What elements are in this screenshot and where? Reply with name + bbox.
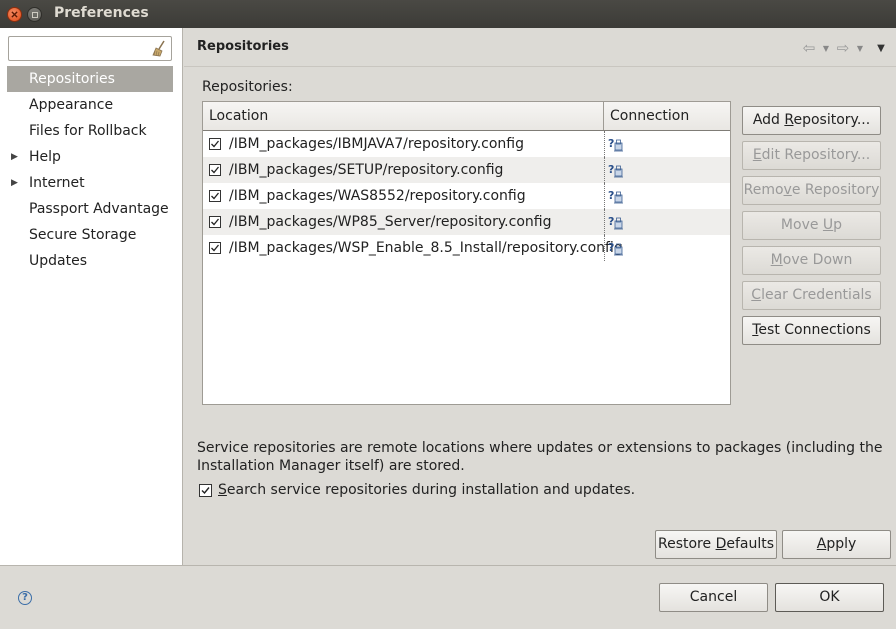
nav-item-label: Help <box>29 149 61 165</box>
unknown-connection-icon: ? <box>608 214 624 230</box>
page-header: Repositories ⇦ ▼ ⇨ ▼ ▼ <box>184 28 896 66</box>
repository-location: /IBM_packages/WP85_Server/repository.con… <box>229 214 552 230</box>
repositories-table: Location Connection /IBM_packages/IBMJAV… <box>202 101 731 405</box>
view-menu-icon[interactable]: ▼ <box>872 43 890 54</box>
nav-item-label: Files for Rollback <box>29 123 147 139</box>
nav-item-internet[interactable]: ▶ Internet <box>7 170 173 196</box>
clear-credentials-button[interactable]: Clear Credentials <box>742 281 881 310</box>
close-icon <box>11 11 18 18</box>
repository-location: /IBM_packages/IBMJAVA7/repository.config <box>229 136 524 152</box>
column-separator <box>604 209 605 235</box>
filter-field[interactable] <box>8 36 172 61</box>
table-row[interactable]: /IBM_packages/WSP_Enable_8.5_Install/rep… <box>203 235 730 261</box>
page-title: Repositories <box>197 39 289 54</box>
filter-input[interactable] <box>11 39 151 58</box>
table-row[interactable]: /IBM_packages/IBMJAVA7/repository.config… <box>203 131 730 157</box>
column-separator <box>604 157 605 183</box>
expand-arrow-icon[interactable]: ▶ <box>11 144 18 170</box>
repository-location: /IBM_packages/WSP_Enable_8.5_Install/rep… <box>229 240 623 256</box>
service-repositories-description: Service repositories are remote location… <box>197 440 883 474</box>
forward-dropdown-icon[interactable]: ▼ <box>852 44 868 53</box>
expand-arrow-icon[interactable]: ▶ <box>11 170 18 196</box>
column-separator <box>604 131 605 157</box>
nav-item-help[interactable]: ▶ Help <box>7 144 173 170</box>
edit-repository-button[interactable]: Edit Repository... <box>742 141 881 170</box>
help-icon[interactable]: ? <box>18 591 32 605</box>
unknown-connection-icon: ? <box>608 136 624 152</box>
test-connections-button[interactable]: Test Connections <box>742 316 881 345</box>
checkmark-icon <box>201 487 210 495</box>
column-header-location[interactable]: Location <box>203 102 604 130</box>
svg-text:?: ? <box>608 137 614 150</box>
row-checkbox[interactable] <box>209 242 221 254</box>
svg-text:?: ? <box>608 215 614 228</box>
repository-location: /IBM_packages/WAS8552/repository.config <box>229 188 526 204</box>
nav-item-label: Updates <box>29 253 87 269</box>
move-down-button[interactable]: Move Down <box>742 246 881 275</box>
clear-filter-icon[interactable] <box>151 40 167 57</box>
svg-text:?: ? <box>608 189 614 202</box>
nav-tree: Repositories Appearance Files for Rollba… <box>7 66 173 274</box>
unknown-connection-icon: ? <box>608 162 624 178</box>
repositories-label: Repositories: <box>202 79 293 95</box>
search-service-repositories-label: Search service repositories during insta… <box>218 482 636 498</box>
close-window-button[interactable] <box>7 7 22 22</box>
restore-defaults-button[interactable]: Restore Defaults <box>655 530 777 559</box>
unknown-connection-icon: ? <box>608 240 624 256</box>
checkmark-icon <box>211 140 220 148</box>
add-repository-button[interactable]: Add Repository... <box>742 106 881 135</box>
table-row[interactable]: /IBM_packages/SETUP/repository.config? <box>203 157 730 183</box>
nav-item-appearance[interactable]: Appearance <box>7 92 173 118</box>
checkmark-icon <box>211 166 220 174</box>
nav-item-files-for-rollback[interactable]: Files for Rollback <box>7 118 173 144</box>
table-body: /IBM_packages/IBMJAVA7/repository.config… <box>203 131 730 261</box>
forward-arrow-icon[interactable]: ⇨ <box>834 39 852 57</box>
column-separator <box>604 235 605 261</box>
header-divider <box>184 66 896 67</box>
ok-button[interactable]: OK <box>775 583 884 612</box>
move-up-button[interactable]: Move Up <box>742 211 881 240</box>
row-checkbox[interactable] <box>209 138 221 150</box>
nav-item-repositories[interactable]: Repositories <box>7 66 173 92</box>
nav-item-secure-storage[interactable]: Secure Storage <box>7 222 173 248</box>
checkmark-icon <box>211 192 220 200</box>
maximize-window-button[interactable] <box>27 7 42 22</box>
nav-item-label: Internet <box>29 175 85 191</box>
back-arrow-icon[interactable]: ⇦ <box>800 39 818 57</box>
checkmark-icon <box>211 244 220 252</box>
table-row[interactable]: /IBM_packages/WP85_Server/repository.con… <box>203 209 730 235</box>
nav-item-passport-advantage[interactable]: Passport Advantage <box>7 196 173 222</box>
title-bar: Preferences <box>0 0 896 28</box>
row-checkbox[interactable] <box>209 164 221 176</box>
window-title: Preferences <box>54 5 149 21</box>
table-header: Location Connection <box>203 102 730 131</box>
apply-button[interactable]: Apply <box>782 530 891 559</box>
nav-item-label: Secure Storage <box>29 227 137 243</box>
unknown-connection-icon: ? <box>608 188 624 204</box>
row-checkbox[interactable] <box>209 190 221 202</box>
row-checkbox[interactable] <box>209 216 221 228</box>
nav-item-label: Repositories <box>29 71 115 87</box>
maximize-icon <box>31 11 38 18</box>
remove-repository-button[interactable]: Remove Repository <box>742 176 881 205</box>
svg-text:?: ? <box>608 163 614 176</box>
search-service-repositories-checkbox[interactable] <box>199 484 212 497</box>
preferences-nav-pane: Repositories Appearance Files for Rollba… <box>0 28 183 565</box>
checkmark-icon <box>211 218 220 226</box>
svg-text:?: ? <box>608 241 614 254</box>
cancel-button[interactable]: Cancel <box>659 583 768 612</box>
table-row[interactable]: /IBM_packages/WAS8552/repository.config? <box>203 183 730 209</box>
nav-item-label: Appearance <box>29 97 114 113</box>
column-header-connection[interactable]: Connection <box>604 102 730 130</box>
back-dropdown-icon[interactable]: ▼ <box>818 44 834 53</box>
repository-location: /IBM_packages/SETUP/repository.config <box>229 162 504 178</box>
nav-item-label: Passport Advantage <box>29 201 169 217</box>
history-toolbar: ⇦ ▼ ⇨ ▼ ▼ <box>800 39 890 57</box>
column-separator <box>604 183 605 209</box>
footer-divider <box>0 565 896 566</box>
nav-item-updates[interactable]: Updates <box>7 248 173 274</box>
